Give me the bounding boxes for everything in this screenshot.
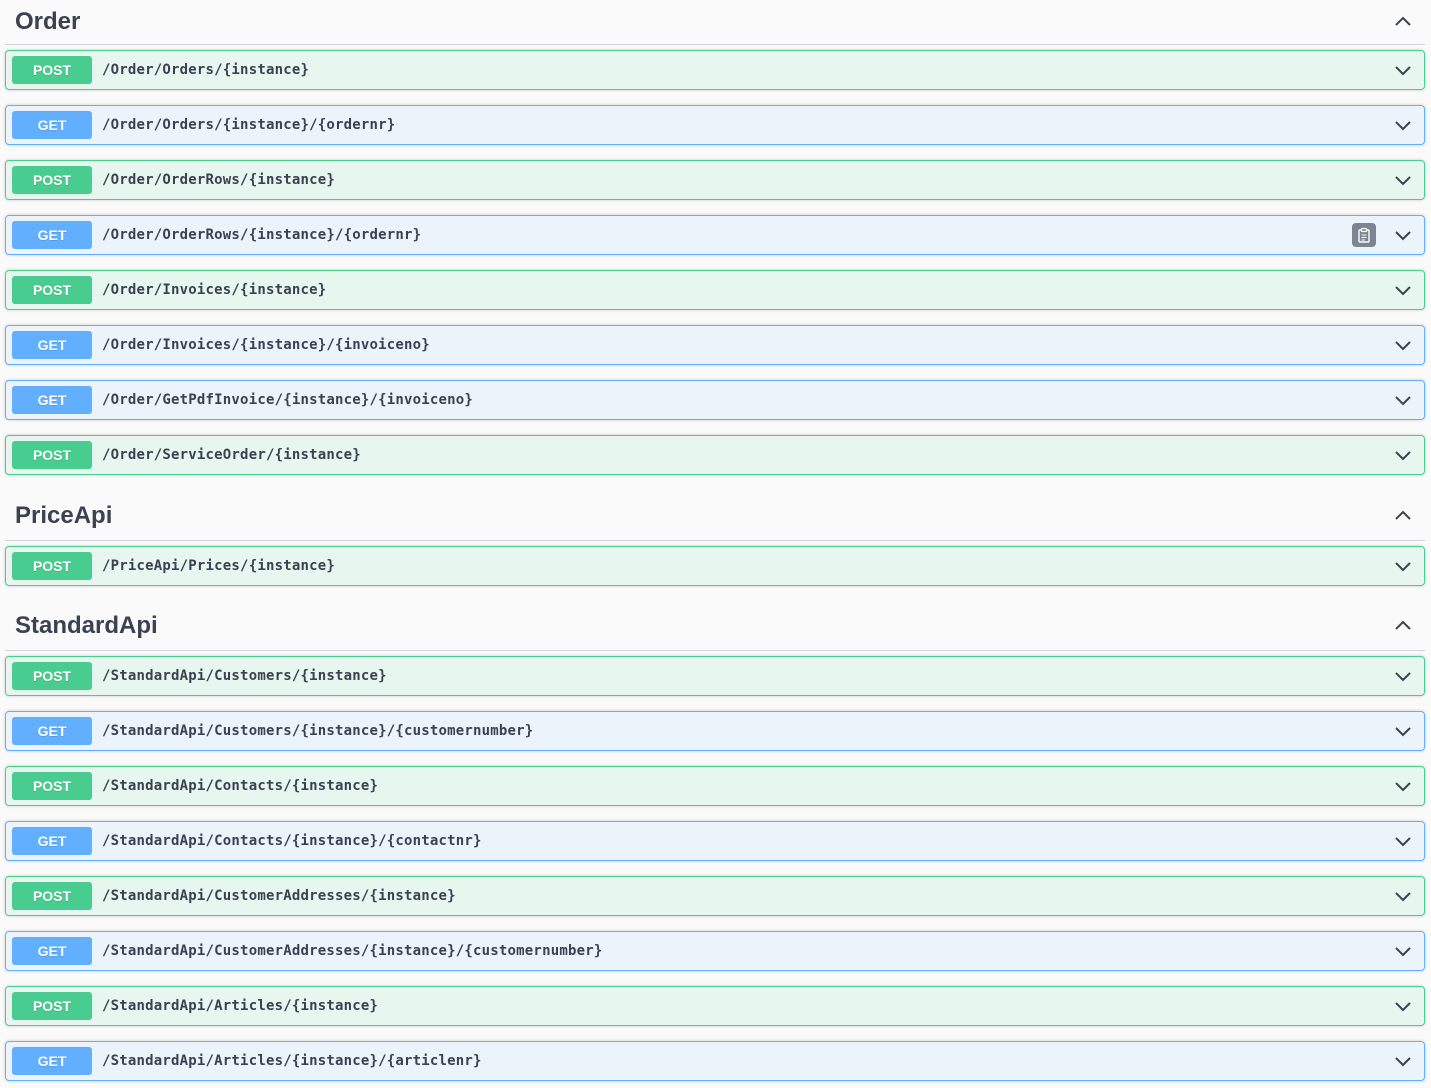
method-badge: GET [12,937,92,965]
operation-path: /PriceApi/Prices/{instance} [102,558,335,574]
tag-header-standardapi[interactable]: StandardApi [5,602,1425,651]
chevron-down-icon[interactable] [1386,163,1420,197]
method-badge: POST [12,441,92,469]
operation-path: /Order/Invoices/{instance}/{invoiceno} [102,337,430,353]
method-badge: POST [12,552,92,580]
operation-path: /Order/Orders/{instance} [102,62,310,78]
method-badge: POST [12,882,92,910]
method-badge: POST [12,56,92,84]
operation-path: /StandardApi/CustomerAddresses/{instance… [102,943,603,959]
operation-path: /Order/OrderRows/{instance}/{ordernr} [102,227,422,243]
method-badge: GET [12,1047,92,1075]
operation-row[interactable]: GET /Order/GetPdfInvoice/{instance}/{inv… [5,380,1425,420]
tag-header-priceapi[interactable]: PriceApi [5,492,1425,541]
operation-row[interactable]: POST /StandardApi/Contacts/{instance} [5,766,1425,806]
operation-path: /StandardApi/Customers/{instance}/{custo… [102,723,534,739]
method-badge: GET [12,221,92,249]
operation-row[interactable]: POST /Order/Orders/{instance} [5,50,1425,90]
operation-row[interactable]: POST /Order/Invoices/{instance} [5,270,1425,310]
method-badge: GET [12,331,92,359]
chevron-down-icon[interactable] [1386,108,1420,142]
method-badge: GET [12,717,92,745]
chevron-down-icon[interactable] [1386,824,1420,858]
operation-path: /Order/OrderRows/{instance} [102,172,335,188]
operation-path: /Order/Orders/{instance}/{ordernr} [102,117,396,133]
method-badge: GET [12,386,92,414]
operation-path: /StandardApi/Contacts/{instance} [102,778,379,794]
operation-row[interactable]: POST /Order/ServiceOrder/{instance} [5,435,1425,475]
tag-header-order[interactable]: Order [5,0,1425,45]
operation-row[interactable]: GET /Order/Invoices/{instance}/{invoicen… [5,325,1425,365]
chevron-down-icon[interactable] [1386,383,1420,417]
operation-row[interactable]: GET /Order/Orders/{instance}/{ordernr} [5,105,1425,145]
method-badge: GET [12,111,92,139]
chevron-down-icon[interactable] [1386,328,1420,362]
method-badge: POST [12,992,92,1020]
method-badge: GET [12,827,92,855]
operation-row[interactable]: GET /StandardApi/Articles/{instance}/{ar… [5,1041,1425,1081]
chevron-down-icon[interactable] [1386,989,1420,1023]
operation-row[interactable]: GET /StandardApi/Contacts/{instance}/{co… [5,821,1425,861]
chevron-down-icon[interactable] [1386,53,1420,87]
operation-row[interactable]: POST /StandardApi/Articles/{instance} [5,986,1425,1026]
chevron-down-icon[interactable] [1386,549,1420,583]
chevron-down-icon[interactable] [1386,934,1420,968]
chevron-up-icon[interactable] [1383,501,1423,531]
method-badge: POST [12,166,92,194]
operation-path: /Order/GetPdfInvoice/{instance}/{invoice… [102,392,474,408]
chevron-down-icon[interactable] [1386,438,1420,472]
method-badge: POST [12,772,92,800]
chevron-up-icon[interactable] [1383,7,1423,37]
chevron-down-icon[interactable] [1386,714,1420,748]
chevron-down-icon[interactable] [1386,1044,1420,1078]
operation-path: /StandardApi/Articles/{instance}/{articl… [102,1053,482,1069]
method-badge: POST [12,276,92,304]
operation-row[interactable]: GET /Order/OrderRows/{instance}/{ordernr… [5,215,1425,255]
tag-title: StandardApi [15,612,158,639]
operation-row[interactable]: POST /StandardApi/Customers/{instance} [5,656,1425,696]
operation-path: /StandardApi/Articles/{instance} [102,998,379,1014]
operation-row[interactable]: POST /PriceApi/Prices/{instance} [5,546,1425,586]
copy-to-clipboard-icon[interactable] [1352,223,1376,247]
operation-row[interactable]: GET /StandardApi/Customers/{instance}/{c… [5,711,1425,751]
chevron-up-icon[interactable] [1383,611,1423,641]
tag-title: PriceApi [15,502,113,529]
method-badge: POST [12,662,92,690]
chevron-down-icon[interactable] [1386,659,1420,693]
operation-row[interactable]: POST /StandardApi/CustomerAddresses/{ins… [5,876,1425,916]
operation-path: /StandardApi/Customers/{instance} [102,668,387,684]
operation-row[interactable]: GET /StandardApi/CustomerAddresses/{inst… [5,931,1425,971]
chevron-down-icon[interactable] [1386,879,1420,913]
operation-row[interactable]: POST /Order/OrderRows/{instance} [5,160,1425,200]
chevron-down-icon[interactable] [1386,769,1420,803]
operation-path: /Order/Invoices/{instance} [102,282,327,298]
tag-title: Order [15,8,81,35]
chevron-down-icon[interactable] [1386,218,1420,252]
operation-path: /StandardApi/Contacts/{instance}/{contac… [102,833,482,849]
operation-path: /Order/ServiceOrder/{instance} [102,447,361,463]
chevron-down-icon[interactable] [1386,273,1420,307]
operation-path: /StandardApi/CustomerAddresses/{instance… [102,888,456,904]
